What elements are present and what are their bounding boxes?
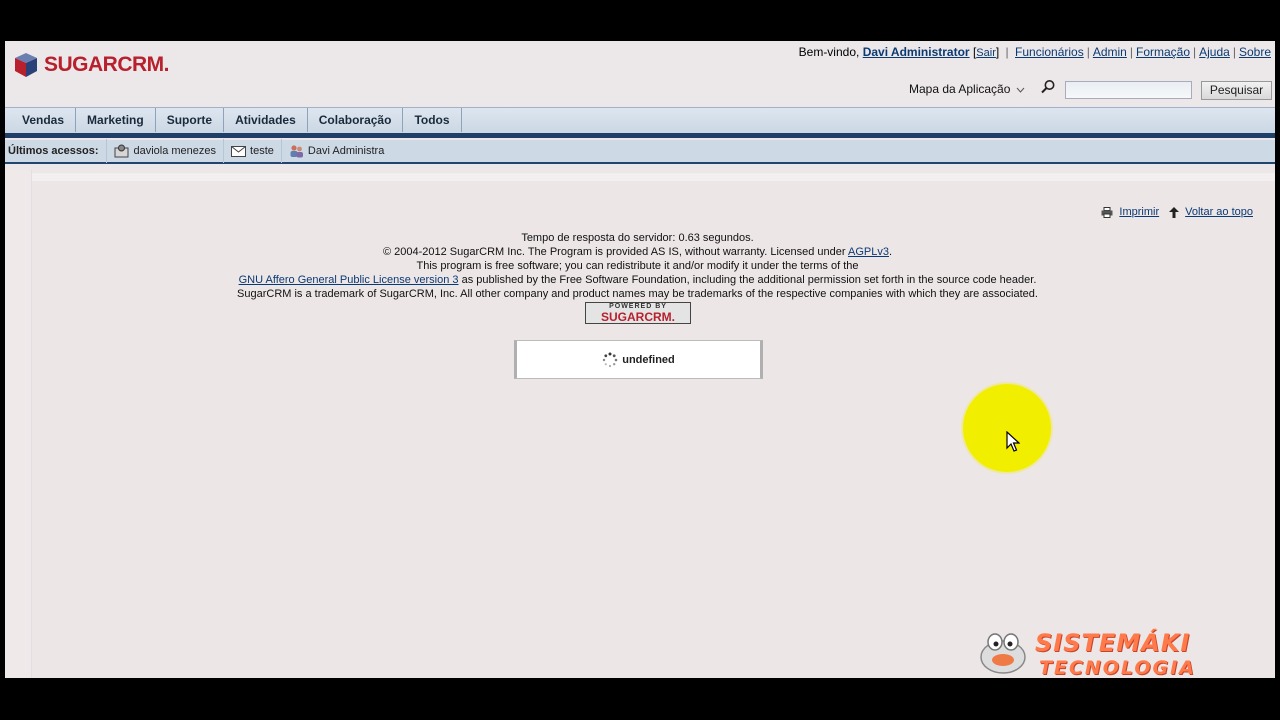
nav-divider-bar xyxy=(5,133,1275,138)
search-input[interactable] xyxy=(1065,81,1192,99)
copyright-text: © 2004-2012 SugarCRM Inc. The Program is… xyxy=(382,246,849,258)
admin-link[interactable]: Admin xyxy=(1093,45,1127,59)
tab-activities[interactable]: Atividades xyxy=(224,108,308,132)
last-viewed-item[interactable]: daviola menezes xyxy=(106,139,223,163)
training-link[interactable]: Formação xyxy=(1136,45,1190,59)
license-text: as published by the Free Software Founda… xyxy=(458,274,1037,286)
search-button[interactable]: Pesquisar xyxy=(1201,81,1272,100)
sitemap-dropdown[interactable]: Mapa da Aplicação xyxy=(909,82,1025,96)
last-viewed-item[interactable]: teste xyxy=(223,139,281,163)
last-viewed-item-label: Davi Administra xyxy=(307,145,385,157)
divider: | xyxy=(1086,45,1090,59)
last-viewed-item-label: daviola menezes xyxy=(133,145,217,157)
printer-icon xyxy=(1101,206,1113,218)
chevron-down-icon xyxy=(1016,87,1025,93)
tab-collaboration[interactable]: Colaboração xyxy=(308,108,404,132)
back-to-top-link[interactable]: Voltar ao topo xyxy=(1185,206,1253,218)
logout-bracket-close: ] xyxy=(995,45,1000,59)
loading-dialog: undefined xyxy=(514,340,763,379)
spinner-icon xyxy=(603,352,618,367)
last-viewed-item-label: teste xyxy=(250,145,274,157)
server-response-time: Tempo de resposta do servidor: 0.63 segu… xyxy=(521,232,754,244)
powered-by-badge[interactable]: POWERED BY SUGARCRM. xyxy=(585,302,691,324)
copyright-end: . xyxy=(888,246,893,258)
welcome-prefix: Bem-vindo, xyxy=(798,45,860,59)
content-top-strip xyxy=(5,173,1275,181)
arrow-up-icon xyxy=(1169,206,1180,218)
divider: | xyxy=(1129,45,1133,59)
last-viewed-label: Últimos acessos: xyxy=(8,145,99,157)
gnu-license-link[interactable]: GNU Affero General Public License versio… xyxy=(239,274,459,286)
search-icon[interactable] xyxy=(1040,79,1056,95)
app-window: SUGARCRM. Bem-vindo, Davi Administrator … xyxy=(5,41,1275,678)
agpl-link[interactable]: AGPLv3 xyxy=(848,246,889,258)
license-line: GNU Affero General Public License versio… xyxy=(5,273,1270,287)
help-link[interactable]: Ajuda xyxy=(1199,45,1230,59)
tab-support[interactable]: Suporte xyxy=(156,108,225,132)
user-name-link[interactable]: Davi Administrator xyxy=(863,45,970,59)
divider: | xyxy=(1193,45,1197,59)
users-icon xyxy=(290,145,303,158)
tab-marketing[interactable]: Marketing xyxy=(76,108,156,132)
watermark: SISTEMÁKI TECNOLOGIA xyxy=(975,627,1275,678)
loading-text: undefined xyxy=(622,353,675,366)
welcome-bar: Bem-vindo, Davi Administrator [Sair] | F… xyxy=(799,45,1271,59)
logout-link[interactable]: Sair xyxy=(976,47,996,59)
module-tabs: Vendas Marketing Suporte Atividades Cola… xyxy=(5,107,1275,133)
last-viewed-item[interactable]: Davi Administra xyxy=(280,139,391,163)
free-software-line: This program is free software; you can r… xyxy=(416,260,859,272)
header: SUGARCRM. Bem-vindo, Davi Administrator … xyxy=(5,41,1275,103)
footer: Tempo de resposta do servidor: 0.63 segu… xyxy=(5,231,1270,301)
watermark-line2: TECNOLOGIA xyxy=(1039,657,1196,678)
mouse-pointer-icon xyxy=(1006,431,1020,452)
email-icon xyxy=(231,145,247,157)
last-viewed-bar: Últimos acessos: daviola menezes teste D… xyxy=(5,139,1275,164)
watermark-line1: SISTEMÁKI xyxy=(1035,629,1191,657)
sugarcrm-logo[interactable]: SUGARCRM. xyxy=(14,52,170,78)
tab-all[interactable]: Todos xyxy=(403,108,462,132)
tab-sales[interactable]: Vendas xyxy=(5,108,77,132)
logo-cube-icon xyxy=(15,53,37,77)
divider: | xyxy=(1005,45,1009,59)
copyright-line: © 2004-2012 SugarCRM Inc. The Program is… xyxy=(5,245,1270,259)
divider: | xyxy=(1232,45,1236,59)
trademark-line: SugarCRM is a trademark of SugarCRM, Inc… xyxy=(237,288,1038,300)
cursor-highlight xyxy=(963,384,1051,472)
contact-icon xyxy=(114,144,129,158)
page-actions: Imprimir Voltar ao topo xyxy=(1101,206,1253,218)
sitemap-label: Mapa da Aplicação xyxy=(909,82,1011,96)
about-link[interactable]: Sobre xyxy=(1239,45,1271,59)
logo-text: SUGARCRM. xyxy=(44,53,170,76)
print-link[interactable]: Imprimir xyxy=(1119,206,1159,218)
mascot-icon xyxy=(980,633,1026,674)
powered-by-brand: SUGARCRM. xyxy=(601,310,675,324)
main-content: Imprimir Voltar ao topo Tempo de respost… xyxy=(5,170,1275,678)
employees-link[interactable]: Funcionários xyxy=(1015,45,1084,59)
